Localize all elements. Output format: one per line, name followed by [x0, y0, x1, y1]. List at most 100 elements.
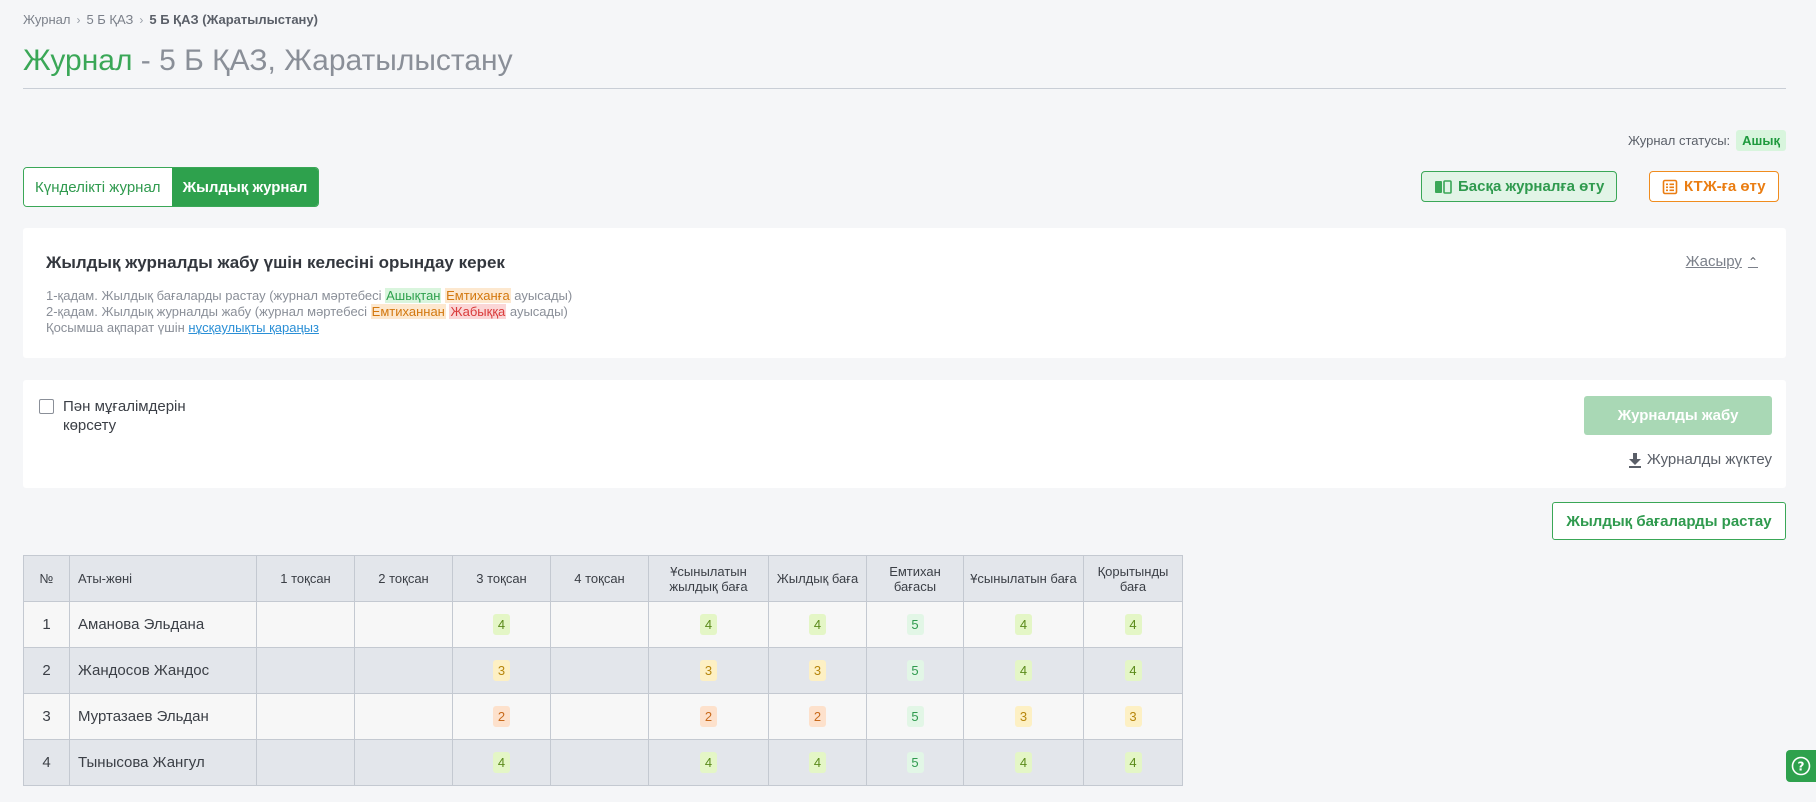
cell-q1[interactable]: [256, 739, 355, 786]
grade-badge: 5: [906, 614, 924, 635]
list-icon: [1662, 179, 1678, 194]
cell-annual[interactable]: 4: [768, 739, 867, 786]
hide-toggle[interactable]: Жасыру ⌃: [1686, 253, 1758, 270]
cell-annual[interactable]: 3: [768, 647, 867, 694]
confirm-annual-grades-button[interactable]: Жылдық бағаларды растау: [1552, 502, 1786, 540]
cell-final[interactable]: 3: [1083, 693, 1183, 740]
cell-q4[interactable]: [550, 693, 649, 740]
cell-q3[interactable]: 3: [452, 647, 551, 694]
grades-table: № Аты-жөні 1 тоқсан 2 тоқсан 3 тоқсан 4 …: [23, 555, 1183, 786]
cell-q2[interactable]: [354, 601, 453, 648]
more-info-text: Қосымша ақпарат үшін: [46, 320, 189, 335]
cell-q3[interactable]: 4: [452, 739, 551, 786]
journal-tabs: Күнделікті журнал Жылдық журнал: [23, 167, 320, 207]
cell-recommended-annual: 3: [648, 647, 769, 694]
step-1-suffix: ауысады): [510, 288, 573, 303]
col-final: Қорытынды баға: [1083, 555, 1183, 602]
breadcrumb-current: 5 Б ҚАЗ (Жаратылыстану): [149, 12, 318, 27]
cell-exam[interactable]: 5: [866, 739, 964, 786]
grade-badge: 5: [906, 752, 924, 773]
grade-badge: 4: [700, 614, 717, 635]
col-q2: 2 тоқсан: [354, 555, 453, 602]
table-row: 4 Тынысова Жангул 4 4 4 5 4 4: [23, 739, 1183, 786]
cell-q2[interactable]: [354, 647, 453, 694]
col-recommended-annual-l1: Ұсынылатын: [670, 563, 747, 579]
cell-q1[interactable]: [256, 693, 355, 740]
help-button[interactable]: ?: [1786, 750, 1816, 782]
cell-annual[interactable]: 4: [768, 601, 867, 648]
grade-badge: 3: [493, 660, 510, 681]
col-name: Аты-жөні: [69, 555, 257, 602]
grade-badge: 4: [1015, 752, 1032, 773]
cell-q2[interactable]: [354, 693, 453, 740]
student-name: Тынысова Жангул: [69, 739, 257, 786]
cell-final[interactable]: 4: [1083, 647, 1183, 694]
breadcrumb: Журнал › 5 Б ҚАЗ › 5 Б ҚАЗ (Жаратылыстан…: [23, 12, 318, 27]
show-teachers-option[interactable]: Пән мұғалімдерін көрсету: [39, 397, 186, 435]
cell-q1[interactable]: [256, 647, 355, 694]
more-info: Қосымша ақпарат үшін нұсқаулықты қараңыз: [46, 320, 572, 336]
other-journal-label: Басқа журналға өту: [1458, 178, 1605, 195]
grade-badge: 4: [809, 614, 826, 635]
cell-q3[interactable]: 4: [452, 601, 551, 648]
download-journal-link[interactable]: Журналды жүктеу: [1628, 451, 1772, 468]
status-label: Журнал статусы:: [1627, 133, 1731, 148]
breadcrumb-item-journal[interactable]: Журнал: [23, 12, 70, 27]
cell-recommended: 4: [963, 647, 1084, 694]
step-2-text: 2-қадам. Жылдық журналды жабу (журнал мә…: [46, 304, 371, 319]
grade-badge: 4: [1124, 614, 1142, 635]
cell-exam[interactable]: 5: [866, 693, 964, 740]
cell-exam[interactable]: 5: [866, 601, 964, 648]
col-q1: 1 тоқсан: [256, 555, 355, 602]
cell-final[interactable]: 4: [1083, 739, 1183, 786]
grade-badge: 4: [1015, 614, 1032, 635]
book-icon: [1435, 179, 1452, 194]
ktzh-button[interactable]: КТЖ-ға өту: [1649, 171, 1779, 202]
grade-badge: 4: [493, 614, 510, 635]
cell-exam[interactable]: 5: [866, 647, 964, 694]
col-recommended-annual: Ұсынылатын жылдық баға: [648, 555, 769, 602]
col-exam-l1: Емтихан: [889, 563, 941, 579]
download-label: Журналды жүктеу: [1646, 451, 1772, 468]
step-2: 2-қадам. Жылдық журналды жабу (журнал мә…: [46, 304, 572, 320]
cell-q3[interactable]: 2: [452, 693, 551, 740]
cell-q4[interactable]: [550, 601, 649, 648]
close-journal-button[interactable]: Журналды жабу: [1584, 396, 1772, 435]
grade-badge: 4: [809, 752, 826, 773]
col-final-l2: баға: [1119, 578, 1147, 594]
page-title-rest: - 5 Б ҚАЗ, Жаратылыстану: [132, 44, 513, 77]
cell-q2[interactable]: [354, 739, 453, 786]
tab-annual-journal[interactable]: Жылдық журнал: [171, 168, 319, 206]
cell-q4[interactable]: [550, 647, 649, 694]
tab-daily-journal[interactable]: Күнделікті журнал: [24, 168, 172, 206]
status-exam-from-highlight: Емтиханнан: [370, 304, 446, 319]
instructions-steps: 1-қадам. Жылдық бағаларды растау (журнал…: [46, 288, 572, 336]
other-journal-button[interactable]: Басқа журналға өту: [1421, 171, 1618, 202]
cell-recommended-annual: 2: [648, 693, 769, 740]
instructions-heading: Жылдық журналды жабу үшін келесіні орынд…: [46, 253, 505, 272]
title-divider: [23, 88, 1786, 89]
table-header-row: № Аты-жөні 1 тоқсан 2 тоқсан 3 тоқсан 4 …: [23, 555, 1183, 602]
grade-badge: 2: [493, 706, 510, 727]
student-name: Жандосов Жандос: [69, 647, 257, 694]
cell-recommended-annual: 4: [648, 601, 769, 648]
step-2-suffix: ауысады): [506, 304, 568, 319]
show-teachers-checkbox[interactable]: [39, 399, 54, 414]
cell-annual[interactable]: 2: [768, 693, 867, 740]
cell-q4[interactable]: [550, 739, 649, 786]
instructions-link[interactable]: нұсқаулықты қараңыз: [188, 320, 319, 335]
show-teachers-label-line1: Пән мұғалімдерін: [63, 398, 186, 415]
col-annual: Жылдық баға: [768, 555, 867, 602]
row-number: 2: [23, 647, 70, 694]
step-1-text: 1-қадам. Жылдық бағаларды растау (журнал…: [46, 288, 386, 303]
cell-recommended-annual: 4: [648, 739, 769, 786]
cell-final[interactable]: 4: [1083, 601, 1183, 648]
table-row: 1 Аманова Эльдана 4 4 4 5 4 4: [23, 601, 1183, 648]
grade-badge: 4: [493, 752, 510, 773]
breadcrumb-item-class[interactable]: 5 Б ҚАЗ: [86, 12, 133, 27]
col-recommended: Ұсынылатын баға: [963, 555, 1084, 602]
grade-badge: 3: [1124, 706, 1142, 727]
show-teachers-label: Пән мұғалімдерін көрсету: [63, 397, 186, 435]
cell-q1[interactable]: [256, 601, 355, 648]
ktzh-label: КТЖ-ға өту: [1684, 178, 1766, 195]
